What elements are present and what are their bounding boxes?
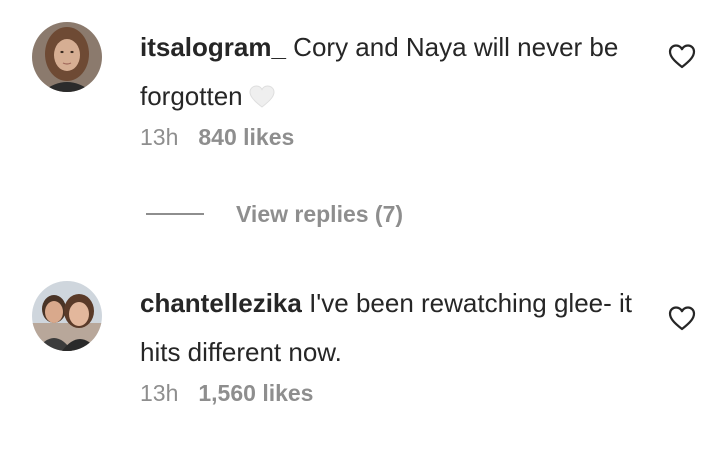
comment-time: 13h — [140, 124, 179, 150]
comment-username[interactable]: chantellezika — [140, 288, 302, 318]
likes-count[interactable]: 840 likes — [198, 124, 294, 150]
heart-outline-icon — [668, 306, 696, 331]
comment-body: itsalogram_ Cory and Naya will never be … — [140, 23, 660, 125]
comment-time: 13h — [140, 380, 179, 406]
like-button[interactable] — [667, 304, 697, 332]
view-replies-button[interactable]: View replies (7) — [146, 197, 403, 231]
comment-meta: 13h 1,560 likes — [140, 380, 313, 407]
avatar[interactable] — [32, 281, 102, 351]
comment-meta: 13h 840 likes — [140, 124, 294, 151]
replies-divider-line — [146, 213, 204, 215]
avatar[interactable] — [32, 22, 102, 92]
comment-item: chantellezika I've been rewatching glee-… — [0, 262, 720, 454]
heart-outline-icon — [668, 44, 696, 69]
comment-username[interactable]: itsalogram_ — [140, 32, 286, 62]
white-heart-icon — [249, 76, 275, 125]
like-button[interactable] — [667, 42, 697, 70]
avatar-couple-image — [32, 281, 102, 351]
likes-count[interactable]: 1,560 likes — [198, 380, 313, 406]
comment-item: itsalogram_ Cory and Naya will never be … — [0, 0, 720, 227]
comment-body: chantellezika I've been rewatching glee-… — [140, 279, 660, 377]
view-replies-label: View replies (7) — [236, 200, 404, 227]
avatar-woman-image — [32, 22, 102, 92]
